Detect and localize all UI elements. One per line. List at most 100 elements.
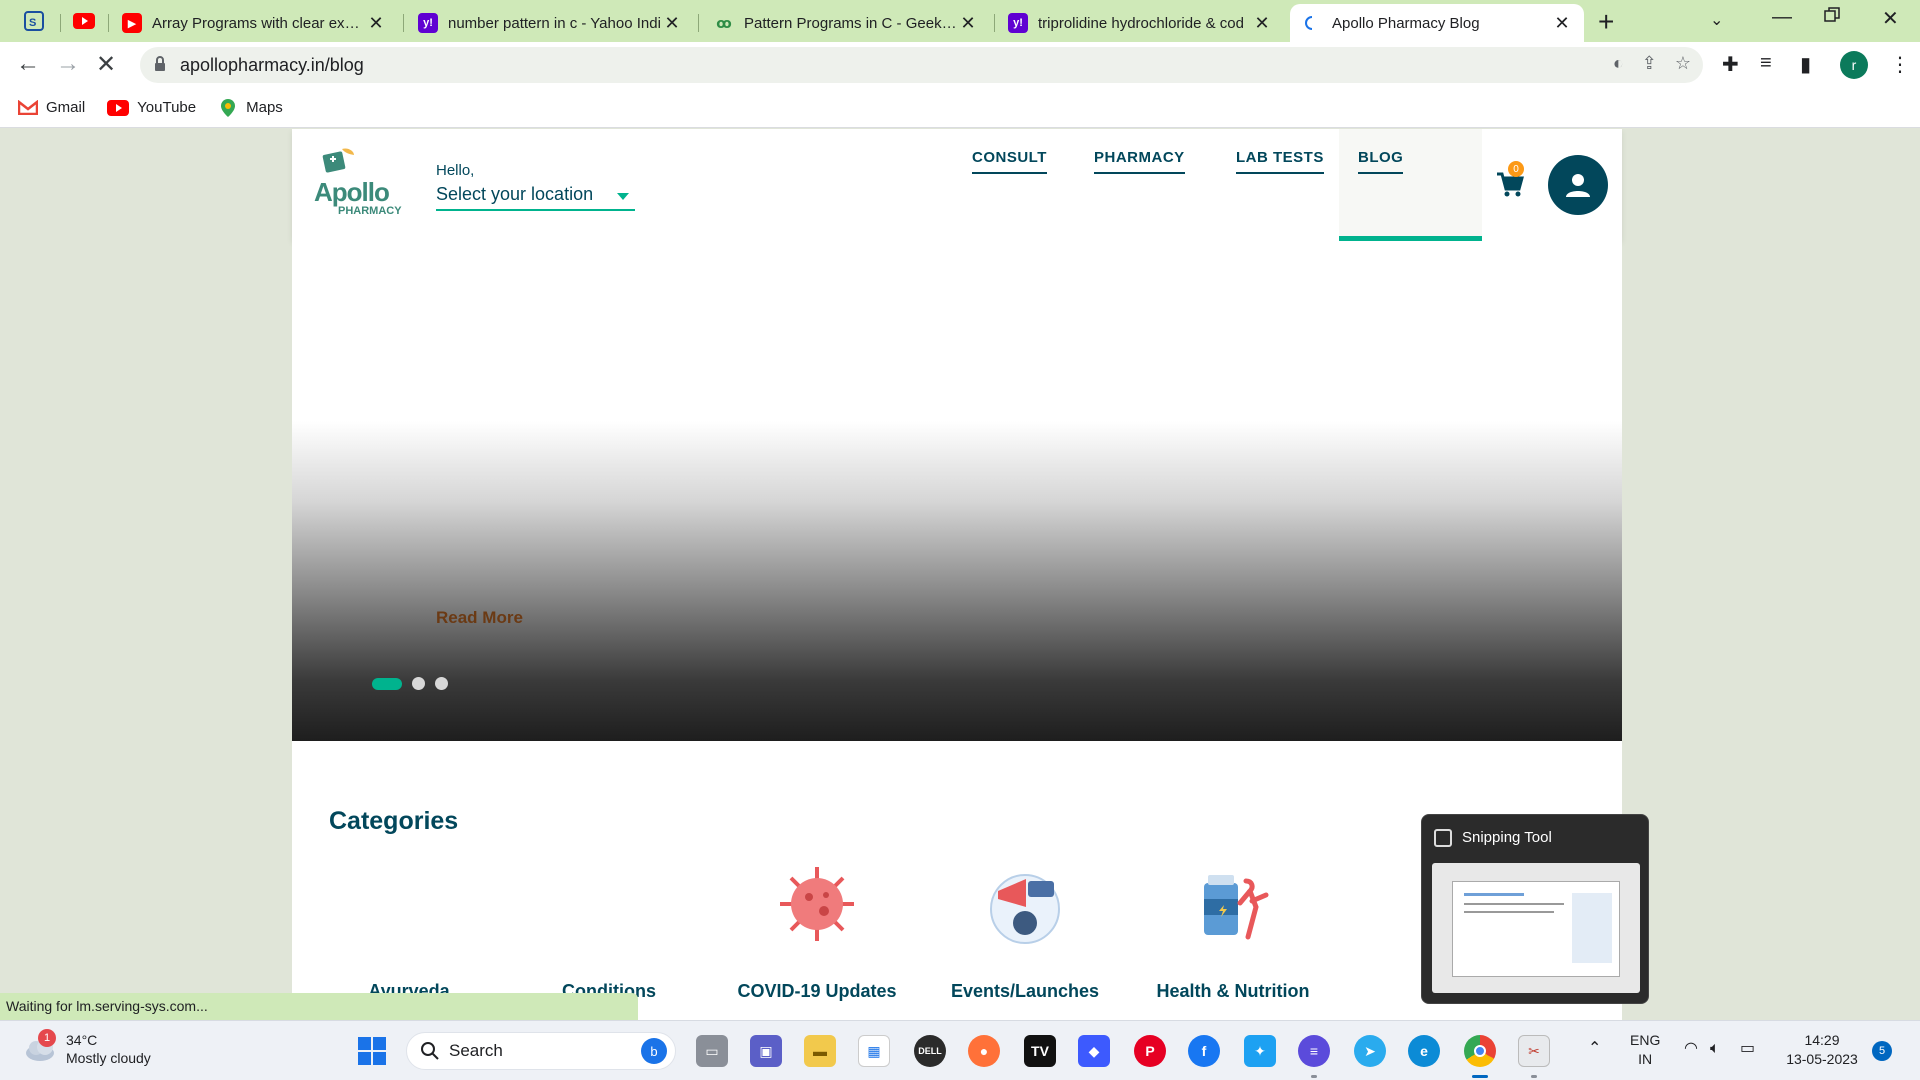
windows-taskbar: 1 34°C Mostly cloudy Search b ▭ ▣ ▬ ▦ DE… bbox=[0, 1020, 1920, 1080]
loading-status: Waiting for lm.serving-sys.com... bbox=[0, 993, 638, 1020]
app-icon[interactable]: ◆ bbox=[1078, 1035, 1110, 1067]
category-covid-updates[interactable]: COVID-19 Updates bbox=[722, 861, 912, 1002]
twitter-icon[interactable]: ✦ bbox=[1244, 1035, 1276, 1067]
tab-title: Pattern Programs in C - Geeksfor bbox=[744, 14, 958, 32]
weather-temperature: 34°C bbox=[66, 1032, 98, 1048]
loading-icon bbox=[1302, 13, 1322, 33]
microsoft-store-icon[interactable]: ▦ bbox=[858, 1035, 890, 1067]
windows-icon bbox=[358, 1037, 386, 1065]
tab-apollo-blog[interactable]: Apollo Pharmacy Blog ✕ bbox=[1290, 4, 1584, 42]
close-tab-icon[interactable]: ✕ bbox=[366, 13, 386, 34]
blocked-cookie-icon[interactable]: ◐ bbox=[1613, 53, 1624, 74]
bookmark-star-icon[interactable]: ☆ bbox=[1675, 53, 1691, 74]
menu-icon[interactable]: ⋮ bbox=[1890, 52, 1910, 77]
pinned-tab-2[interactable] bbox=[64, 4, 104, 38]
clock-time: 14:29 bbox=[1804, 1032, 1840, 1048]
nav-lab-tests[interactable]: LAB TESTS bbox=[1236, 149, 1324, 174]
side-panel-icon[interactable]: ▮ bbox=[1800, 52, 1811, 77]
notification-count-badge[interactable]: 5 bbox=[1872, 1041, 1892, 1061]
profile-avatar[interactable]: r bbox=[1840, 51, 1868, 79]
tab-title: number pattern in c - Yahoo Indi bbox=[448, 14, 661, 32]
carousel-dot[interactable] bbox=[435, 677, 448, 690]
nav-consult[interactable]: CONSULT bbox=[972, 149, 1047, 174]
media-control-icon[interactable]: ≡ bbox=[1760, 52, 1772, 75]
read-more-link[interactable]: Read More bbox=[436, 608, 523, 628]
share-icon[interactable]: ⇪ bbox=[1642, 53, 1657, 74]
weather-widget[interactable]: 1 34°C Mostly cloudy bbox=[24, 1029, 151, 1067]
restore-button[interactable] bbox=[1824, 6, 1840, 29]
facebook-icon[interactable]: f bbox=[1188, 1035, 1220, 1067]
search-label: Search bbox=[449, 1041, 503, 1060]
tab-triprolidine[interactable]: y! triprolidine hydrochloride & cod ✕ bbox=[996, 4, 1284, 42]
weather-alert-badge: 1 bbox=[38, 1029, 56, 1047]
new-tab-button[interactable]: + bbox=[1598, 6, 1614, 38]
close-tab-icon[interactable]: ✕ bbox=[662, 13, 682, 34]
app-icon[interactable]: ≡ bbox=[1298, 1035, 1330, 1067]
snipping-tool-title: Snipping Tool bbox=[1462, 829, 1552, 846]
snipping-tool-taskbar-icon[interactable]: ✂ bbox=[1518, 1035, 1550, 1067]
minimize-button[interactable]: — bbox=[1772, 6, 1792, 29]
page-scrollbar[interactable] bbox=[1910, 129, 1920, 1020]
forward-button[interactable]: → bbox=[56, 50, 80, 78]
address-bar[interactable]: apollopharmacy.in/blog ◐ ⇪ ☆ bbox=[140, 47, 1703, 83]
tab-title: triprolidine hydrochloride & cod bbox=[1038, 14, 1244, 32]
category-ayurveda[interactable]: Ayurveda bbox=[314, 861, 504, 1002]
language-indicator[interactable]: ENG IN bbox=[1630, 1031, 1660, 1069]
volume-icon[interactable]: 🔈︎ bbox=[1710, 1039, 1720, 1058]
weather-description: Mostly cloudy bbox=[66, 1050, 151, 1066]
wifi-icon[interactable]: ◠ bbox=[1684, 1039, 1698, 1058]
logo-mark-icon bbox=[322, 148, 354, 173]
tab-array-programs[interactable]: ▶ Array Programs with clear explar ✕ bbox=[110, 4, 398, 42]
firefox-icon[interactable]: ● bbox=[968, 1035, 1000, 1067]
apollo-logo[interactable]: Apollo PHARMACY bbox=[314, 148, 414, 219]
battery-icon[interactable]: ▭ bbox=[1740, 1039, 1755, 1058]
nav-blog[interactable]: BLOG bbox=[1358, 149, 1404, 174]
start-button[interactable] bbox=[356, 1035, 388, 1067]
bookmarks-bar: Gmail YouTube Maps bbox=[0, 88, 1920, 128]
edge-icon[interactable]: e bbox=[1408, 1035, 1440, 1067]
file-explorer-icon[interactable]: ▬ bbox=[804, 1035, 836, 1067]
teams-chat-icon[interactable]: ▣ bbox=[750, 1035, 782, 1067]
extensions-icon[interactable]: ✚ bbox=[1722, 52, 1739, 77]
stop-loading-button[interactable]: ✕ bbox=[96, 50, 116, 79]
user-account-button[interactable] bbox=[1548, 155, 1608, 215]
category-health-nutrition[interactable]: Health & Nutrition bbox=[1138, 861, 1328, 1002]
close-tab-icon[interactable]: ✕ bbox=[1252, 13, 1272, 34]
youtube-icon bbox=[73, 13, 95, 29]
back-button[interactable]: ← bbox=[16, 50, 40, 78]
show-hidden-icons[interactable]: ⌃ bbox=[1588, 1039, 1601, 1058]
close-window-button[interactable]: ✕ bbox=[1882, 6, 1899, 31]
pinterest-icon[interactable]: P bbox=[1134, 1035, 1166, 1067]
snipping-tool-icon bbox=[1434, 829, 1452, 847]
cloud-icon: 1 bbox=[24, 1029, 56, 1063]
carousel-dot-active[interactable] bbox=[372, 677, 402, 690]
yahoo-icon: y! bbox=[1008, 13, 1028, 33]
location-selector[interactable]: Select your location bbox=[436, 184, 636, 211]
tab-pattern-programs[interactable]: ꝏ Pattern Programs in C - Geeksfor ✕ bbox=[702, 4, 990, 42]
carousel-dot[interactable] bbox=[412, 677, 425, 690]
tradingview-icon[interactable]: TV bbox=[1024, 1035, 1056, 1067]
task-view-icon[interactable]: ▭ bbox=[696, 1035, 728, 1067]
tab-search-icon[interactable]: ⌄ bbox=[1710, 10, 1723, 30]
bookmark-youtube[interactable]: YouTube bbox=[107, 99, 196, 116]
pinned-tab-1[interactable]: S bbox=[14, 4, 54, 38]
nutrition-icon bbox=[1204, 875, 1269, 940]
category-events-launches[interactable]: Events/Launches bbox=[930, 861, 1120, 1002]
chrome-icon[interactable] bbox=[1464, 1035, 1496, 1067]
clock[interactable]: 14:29 13-05-2023 bbox=[1780, 1031, 1864, 1069]
snipping-thumbnail bbox=[1432, 863, 1640, 993]
category-conditions[interactable]: Conditions bbox=[514, 861, 704, 1002]
taskbar-search[interactable]: Search b bbox=[406, 1032, 676, 1070]
snipping-tool-preview[interactable]: Snipping Tool bbox=[1421, 814, 1649, 1004]
tab-number-pattern[interactable]: y! number pattern in c - Yahoo Indi ✕ bbox=[406, 4, 694, 42]
bing-icon[interactable]: b bbox=[641, 1038, 667, 1064]
bookmark-label: YouTube bbox=[137, 99, 197, 116]
hero-carousel[interactable]: Read More bbox=[292, 241, 1622, 741]
close-tab-icon[interactable]: ✕ bbox=[1552, 13, 1572, 34]
telegram-icon[interactable]: ➤ bbox=[1354, 1035, 1386, 1067]
bookmark-gmail[interactable]: Gmail bbox=[18, 99, 85, 116]
close-tab-icon[interactable]: ✕ bbox=[958, 13, 978, 34]
dell-icon[interactable]: DELL bbox=[914, 1035, 946, 1067]
nav-pharmacy[interactable]: PHARMACY bbox=[1094, 149, 1185, 174]
bookmark-maps[interactable]: Maps bbox=[218, 98, 283, 118]
